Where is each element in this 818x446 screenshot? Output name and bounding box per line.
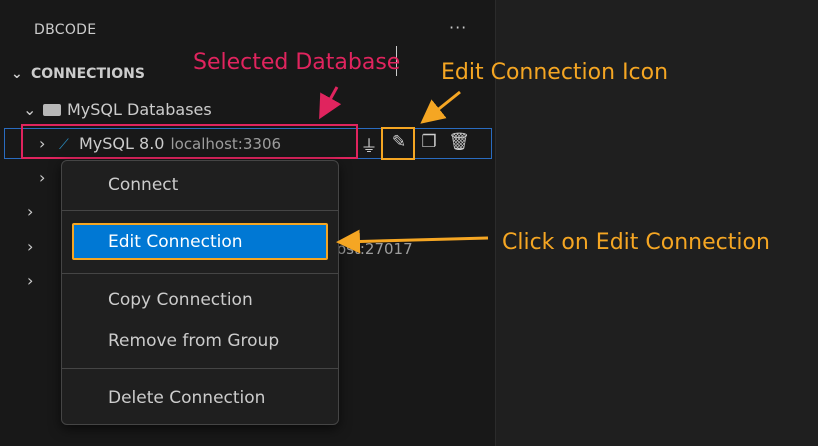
chevron-right-icon[interactable]: › bbox=[39, 168, 45, 187]
connections-section-header[interactable]: ⌄ CONNECTIONS bbox=[11, 66, 145, 82]
menu-separator bbox=[62, 368, 338, 369]
menu-item-delete-connection[interactable]: Delete Connection bbox=[108, 388, 265, 408]
annotation-click-edit-connection: Click on Edit Connection bbox=[502, 230, 770, 255]
menu-separator bbox=[62, 273, 338, 274]
chevron-down-icon: ⌄ bbox=[11, 66, 23, 82]
menu-item-remove-from-group[interactable]: Remove from Group bbox=[108, 331, 279, 351]
menu-item-edit-connection[interactable]: Edit Connection bbox=[72, 223, 328, 260]
annotation-edit-connection-icon: Edit Connection Icon bbox=[441, 60, 669, 85]
section-label: CONNECTIONS bbox=[31, 66, 145, 82]
folder-open-icon bbox=[43, 104, 61, 116]
context-menu: Connect Edit Connection Copy Connection … bbox=[61, 160, 339, 425]
annotation-selected-database: Selected Database bbox=[193, 50, 401, 75]
chevron-right-icon[interactable]: › bbox=[27, 237, 33, 256]
tree-group-mysql[interactable]: ⌄ MySQL Databases bbox=[23, 99, 212, 121]
plug-icon[interactable]: ⏚ bbox=[358, 132, 380, 157]
chevron-down-icon: ⌄ bbox=[23, 100, 37, 119]
chevron-right-icon[interactable]: › bbox=[27, 271, 33, 290]
copy-icon[interactable]: ❐ bbox=[418, 132, 440, 157]
annotation-box-edit-icon bbox=[381, 127, 415, 160]
menu-item-connect[interactable]: Connect bbox=[108, 175, 178, 195]
menu-item-copy-connection[interactable]: Copy Connection bbox=[108, 290, 253, 310]
menu-item-label: Edit Connection bbox=[108, 232, 243, 252]
peek-host-text: ost:27017 bbox=[337, 240, 413, 258]
more-actions-button[interactable]: ··· bbox=[449, 18, 467, 37]
group-label: MySQL Databases bbox=[67, 100, 212, 119]
trash-icon[interactable]: 🗑 bbox=[448, 132, 470, 157]
panel-title: DBCODE bbox=[34, 22, 97, 38]
chevron-right-icon[interactable]: › bbox=[27, 202, 33, 221]
annotation-box-selected-db bbox=[21, 124, 358, 159]
menu-separator bbox=[62, 210, 338, 211]
